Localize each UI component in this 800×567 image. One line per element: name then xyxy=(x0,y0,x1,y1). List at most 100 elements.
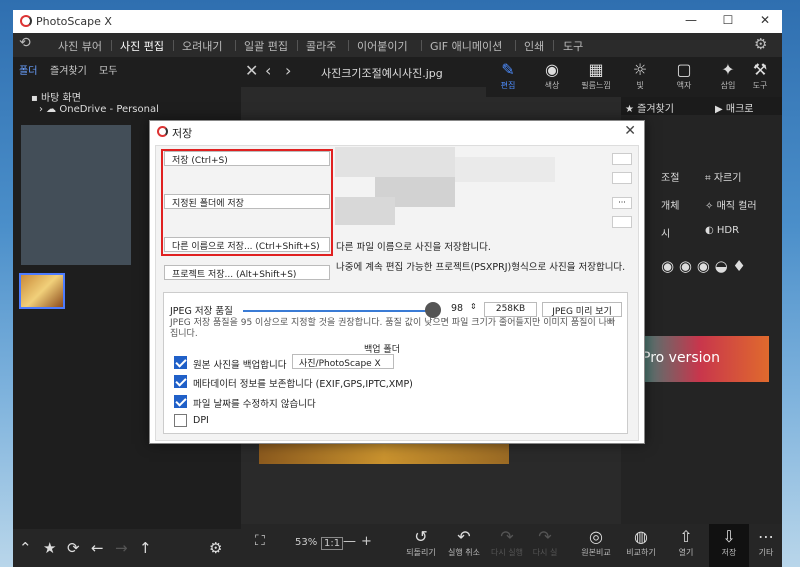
fit-screen-icon[interactable]: ⛶ xyxy=(255,533,265,549)
dpi-checkbox[interactable] xyxy=(174,414,187,427)
zoom-level[interactable]: 53% xyxy=(295,537,317,548)
settings-gear-icon[interactable]: ⚙ xyxy=(754,35,767,53)
star-icon[interactable]: ★ xyxy=(43,539,56,557)
dialog-close-icon[interactable]: ✕ xyxy=(624,123,636,139)
open-button[interactable]: ⇧ 열기 xyxy=(666,527,706,558)
jpeg-quality-knob[interactable] xyxy=(425,302,441,318)
path-input-3[interactable] xyxy=(612,216,632,228)
zoom-out-icon[interactable]: — xyxy=(343,534,356,549)
zoom-1to1[interactable]: 1:1 xyxy=(321,537,344,550)
tab-folder[interactable]: 폴더 xyxy=(19,62,37,77)
redo-all-button[interactable]: ↷ 다시 실 xyxy=(530,527,560,558)
close-file-icon[interactable]: ✕ xyxy=(245,61,258,80)
menu-collage[interactable]: 콜라주 xyxy=(306,38,336,54)
prev-photo-icon[interactable]: ‹ xyxy=(265,61,271,80)
zoom-in-icon[interactable]: + xyxy=(361,534,372,549)
keep-file-date-checkbox[interactable] xyxy=(174,395,187,408)
macro-tab-label: 매크로 xyxy=(725,104,754,115)
minimize-button[interactable]: — xyxy=(681,13,701,29)
menu-photo-edit[interactable]: 사진 편집 xyxy=(120,38,164,54)
menu-cutout[interactable]: 오려내기 xyxy=(182,38,222,54)
jpeg-size-field: 258KB xyxy=(484,302,537,317)
menu-gif[interactable]: GIF 애니메이션 xyxy=(430,38,502,54)
path-input-1[interactable] xyxy=(612,153,632,165)
title-bar: PhotoScape X — ☐ ✕ xyxy=(13,10,782,33)
tree-item-desktop-label: 바탕 화면 xyxy=(40,93,81,104)
filter-circle-icons[interactable]: ◉ ◉ ◉ ◒ ♦ xyxy=(661,257,746,275)
menu-print[interactable]: 인쇄 xyxy=(524,38,544,54)
hdr-tool[interactable]: ◐ HDR xyxy=(705,225,739,236)
save-icon: ⇩ xyxy=(722,527,736,546)
tree-item-onedrive[interactable]: › ☁ OneDrive - Personal xyxy=(39,104,159,115)
menu-photo-viewer[interactable]: 사진 뷰어 xyxy=(58,38,102,54)
right-tool-panel: ★ 즐겨찾기 ▶ 매크로 조절 ⌗ 자르기 개체 ✧ 매직 컬러 시 ◐ HDR… xyxy=(621,97,782,524)
compare-original-label: 원본비교 xyxy=(581,548,611,557)
more-label: 기타 xyxy=(758,548,774,557)
toolbar-light[interactable]: ☼ 빛 xyxy=(618,60,662,91)
home-icon[interactable]: ⟲ xyxy=(19,35,31,51)
file-name: 사진크기조절예시사진.jpg xyxy=(321,67,443,80)
forward-arrow-icon[interactable]: → xyxy=(115,539,128,557)
pro-version-banner[interactable]: Pro version xyxy=(630,336,769,382)
compare-button[interactable]: ◍ 비교하기 xyxy=(619,527,663,558)
backup-folder-field[interactable]: 사진/PhotoScape X xyxy=(292,354,394,369)
tools-icon: ⚒ xyxy=(752,60,768,79)
shi-tool[interactable]: 시 xyxy=(661,225,670,240)
tree-item-onedrive-label: OneDrive - Personal xyxy=(59,104,159,115)
maximize-button[interactable]: ☐ xyxy=(718,13,738,29)
toolbar-frame[interactable]: ▢ 액자 xyxy=(662,60,706,91)
browse-button[interactable]: ··· xyxy=(612,197,632,209)
undo-button[interactable]: ↶ 실행 취소 xyxy=(444,527,484,558)
undo-icon: ↶ xyxy=(457,527,471,546)
more-icon: ⋯ xyxy=(758,527,774,546)
preserve-metadata-checkbox[interactable] xyxy=(174,375,187,388)
revert-button[interactable]: ↺ 되돌리기 xyxy=(401,527,441,558)
crop-tool-label: 자르기 xyxy=(713,173,742,184)
menu-tools[interactable]: 도구 xyxy=(563,38,583,54)
jpeg-quality-label: JPEG 저장 품질 xyxy=(170,306,233,317)
path-input-2[interactable] xyxy=(612,172,632,184)
edit-toolbar: ✎ 편집 ◉ 색상 ▦ 필름느낌 ☼ 빛 ▢ 액자 ✦ 삽입 ⚒ 도구 xyxy=(486,57,782,97)
tree-item-desktop[interactable]: ▪ 바탕 화면 xyxy=(31,89,81,104)
favorites-tab[interactable]: ★ 즐겨찾기 xyxy=(625,100,674,115)
menu-combine[interactable]: 이어붙이기 xyxy=(357,38,408,54)
toolbar-color[interactable]: ◉ 색상 xyxy=(530,60,574,91)
favorites-macro-row: ★ 즐겨찾기 ▶ 매크로 xyxy=(621,97,782,115)
compare-original-button[interactable]: ◎ 원본비교 xyxy=(574,527,618,558)
save-project-button[interactable]: 프로젝트 저장... (Alt+Shift+S) xyxy=(164,265,330,280)
menu-batch-edit[interactable]: 일괄 편집 xyxy=(244,38,288,54)
object-tool[interactable]: 개체 xyxy=(661,197,679,212)
close-button[interactable]: ✕ xyxy=(755,13,775,29)
toolbar-light-label: 빛 xyxy=(636,81,644,90)
back-arrow-icon[interactable]: ← xyxy=(91,539,104,557)
open-icon: ⇧ xyxy=(679,527,693,546)
selected-thumbnail[interactable] xyxy=(19,273,65,309)
color-icon: ◉ xyxy=(545,60,559,79)
toolbar-edit[interactable]: ✎ 편집 xyxy=(486,60,530,91)
more-button[interactable]: ⋯ 기타 xyxy=(751,527,781,558)
refresh-icon[interactable]: ⟳ xyxy=(67,539,80,557)
toolbar-edit-label: 편집 xyxy=(500,81,516,90)
redo-button[interactable]: ↷ 다시 실행 xyxy=(487,527,527,558)
tab-all[interactable]: 모두 xyxy=(99,62,117,77)
up-arrow-icon[interactable]: ↑ xyxy=(139,539,152,557)
macro-tab[interactable]: ▶ 매크로 xyxy=(715,100,753,115)
magic-color-tool[interactable]: ✧ 매직 컬러 xyxy=(705,197,757,212)
toolbar-tools[interactable]: ⚒ 도구 xyxy=(738,60,782,91)
jpeg-quality-value[interactable]: 98 xyxy=(451,303,463,314)
toolbar-tools-label: 도구 xyxy=(752,81,768,90)
quality-spinner-icon[interactable]: ⇕ xyxy=(470,302,477,311)
jpeg-quality-slider[interactable] xyxy=(243,310,433,312)
tab-favorites[interactable]: 즐겨찾기 xyxy=(50,62,87,77)
folder-settings-gear-icon[interactable]: ⚙ xyxy=(209,539,222,557)
next-photo-icon[interactable]: › xyxy=(285,61,291,80)
crop-tool[interactable]: ⌗ 자르기 xyxy=(705,169,741,184)
frame-icon: ▢ xyxy=(676,60,692,79)
toolbar-film[interactable]: ▦ 필름느낌 xyxy=(574,60,618,91)
adjust-tool[interactable]: 조절 xyxy=(661,169,679,184)
save-action-button[interactable]: ⇩ 저장 xyxy=(709,524,749,567)
collapse-icon[interactable]: ⌃ xyxy=(19,539,32,557)
jpeg-preview-button[interactable]: JPEG 미리 보기 xyxy=(542,302,622,317)
backup-original-checkbox[interactable] xyxy=(174,356,187,369)
hdr-label: HDR xyxy=(716,225,740,236)
